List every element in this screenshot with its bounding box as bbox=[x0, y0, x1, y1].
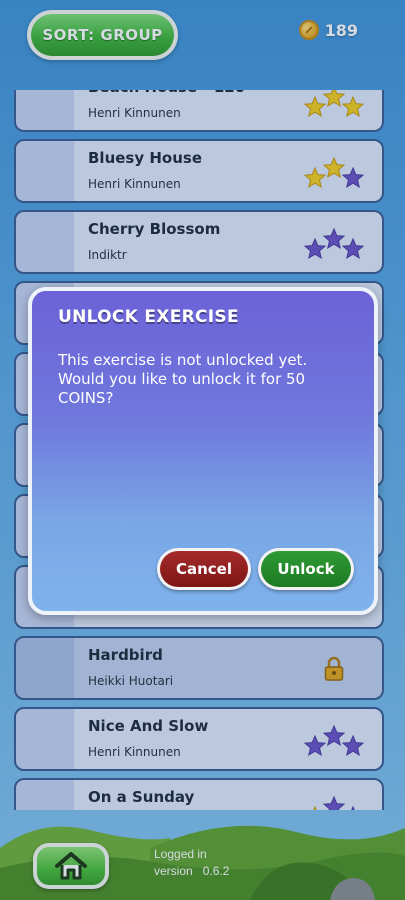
dialog-title: UNLOCK EXERCISE bbox=[58, 307, 239, 327]
cancel-button[interactable]: Cancel bbox=[157, 548, 251, 590]
cancel-button-label: Cancel bbox=[160, 551, 248, 587]
unlock-button[interactable]: Unlock bbox=[258, 548, 354, 590]
unlock-button-label: Unlock bbox=[261, 551, 351, 587]
dialog-message: This exercise is not unlocked yet. Would… bbox=[58, 351, 308, 407]
unlock-dialog: UNLOCK EXERCISE This exercise is not unl… bbox=[28, 287, 378, 615]
